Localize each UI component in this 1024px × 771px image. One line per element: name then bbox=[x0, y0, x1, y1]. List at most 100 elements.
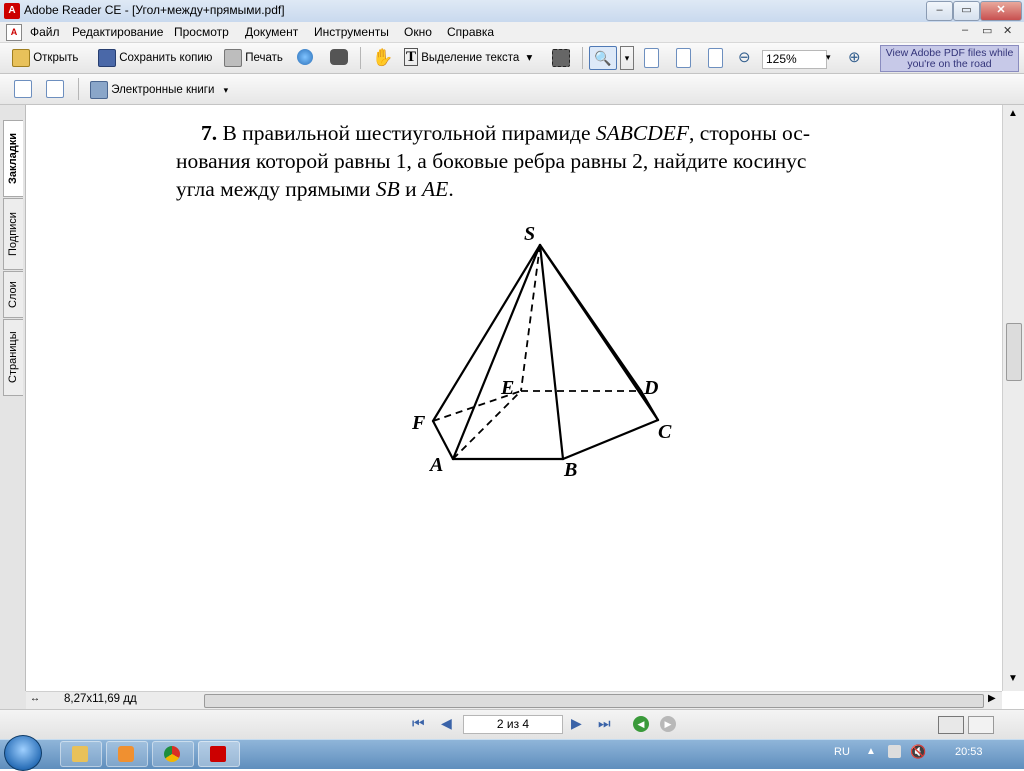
page-layout-button[interactable] bbox=[14, 80, 32, 98]
taskbar-explorer[interactable] bbox=[60, 741, 102, 767]
fit-width-button[interactable] bbox=[708, 48, 723, 68]
menu-edit[interactable]: Редактирование bbox=[72, 25, 163, 39]
previous-view-button[interactable]: ◀ bbox=[633, 716, 649, 732]
toolbar-separator bbox=[78, 78, 79, 100]
zoom-level-dropdown[interactable]: ▾ bbox=[826, 52, 831, 63]
scroll-up-icon[interactable]: ▲ bbox=[1008, 108, 1018, 119]
zoom-out-button[interactable]: ⊖ bbox=[738, 48, 751, 66]
pyramid-name: SABCDEF bbox=[595, 121, 690, 145]
rotate-page-button[interactable] bbox=[46, 80, 64, 98]
page-number-input[interactable]: 2 из 4 bbox=[463, 715, 563, 734]
problem-text: и bbox=[399, 177, 423, 201]
problem-line-3: угла между прямыми SB и AE. bbox=[176, 177, 454, 202]
email-button[interactable] bbox=[297, 49, 313, 65]
menu-help[interactable]: Справка bbox=[447, 25, 494, 39]
problem-number: 7. bbox=[201, 121, 218, 145]
fit-page-button[interactable] bbox=[676, 48, 691, 68]
next-view-button[interactable]: ▶ bbox=[660, 716, 676, 732]
page-actual-size-icon bbox=[644, 48, 659, 68]
show-hidden-icons[interactable]: ▲ bbox=[866, 746, 876, 757]
doc-minimize-button[interactable]: – bbox=[962, 24, 968, 36]
tab-layers[interactable]: Слои bbox=[3, 271, 23, 318]
problem-text: . bbox=[448, 177, 454, 201]
tab-pages[interactable]: Страницы bbox=[3, 319, 23, 396]
hand-tool-button[interactable]: ✋ bbox=[372, 48, 393, 68]
language-indicator[interactable]: RU bbox=[834, 746, 850, 758]
next-page-button[interactable]: ▶ bbox=[571, 715, 582, 732]
save-copy-button[interactable]: Сохранить копию bbox=[98, 49, 212, 67]
zoom-in-tool-button[interactable]: 🔍 bbox=[589, 46, 617, 70]
folder-icon bbox=[72, 746, 88, 762]
taskbar-media-player[interactable] bbox=[106, 741, 148, 767]
select-text-button[interactable]: T Выделение текста ▾ bbox=[404, 48, 533, 66]
minimize-button[interactable]: – bbox=[926, 1, 953, 21]
folder-open-icon bbox=[12, 49, 30, 67]
scroll-down-icon[interactable]: ▼ bbox=[1008, 673, 1018, 684]
first-page-button[interactable]: ⏮ bbox=[412, 715, 425, 732]
doc-restore-button[interactable]: ▭ bbox=[982, 24, 992, 37]
scrollbar-thumb[interactable] bbox=[1006, 323, 1022, 381]
label-d: D bbox=[643, 377, 658, 399]
edge-ae-hidden bbox=[452, 390, 522, 460]
close-button[interactable]: ✕ bbox=[980, 1, 1022, 21]
actual-size-button[interactable] bbox=[644, 48, 659, 68]
split-handle-icon[interactable]: ↔ bbox=[30, 693, 40, 708]
single-page-view-button[interactable] bbox=[938, 716, 964, 734]
label-s: S bbox=[524, 223, 535, 245]
zoom-tool-dropdown[interactable]: ▾ bbox=[620, 46, 634, 70]
media-player-icon bbox=[118, 746, 134, 762]
menu-tools[interactable]: Инструменты bbox=[314, 25, 389, 39]
open-label: Открыть bbox=[33, 52, 79, 65]
edge-sa bbox=[451, 243, 542, 461]
document-icon[interactable]: A bbox=[6, 24, 22, 41]
label-a: A bbox=[428, 454, 443, 476]
label-c: C bbox=[658, 421, 672, 443]
magnifier-icon: 🔍 bbox=[594, 50, 612, 66]
edge-sd bbox=[538, 243, 643, 393]
action-center-icon[interactable] bbox=[888, 745, 901, 758]
zoom-level-input[interactable]: 125% bbox=[762, 50, 827, 69]
promo-banner[interactable]: View Adobe PDF files while you're on the… bbox=[880, 45, 1019, 72]
ebooks-label: Электронные книги bbox=[111, 84, 215, 97]
maximize-button[interactable]: ▭ bbox=[953, 1, 980, 21]
scroll-right-icon[interactable]: ▶ bbox=[988, 693, 996, 704]
menu-window[interactable]: Окно bbox=[404, 25, 432, 39]
clock[interactable]: 20:53 bbox=[955, 746, 983, 758]
flag-icon bbox=[888, 745, 901, 758]
snapshot-tool-button[interactable] bbox=[552, 49, 570, 67]
problem-line-2: нования которой равны 1, а боковые ребра… bbox=[176, 149, 807, 173]
taskbar-chrome[interactable] bbox=[152, 741, 194, 767]
print-button[interactable]: Печать bbox=[224, 49, 283, 67]
zoom-in-button[interactable]: ⊕ bbox=[848, 48, 861, 66]
doc-close-button[interactable]: ✕ bbox=[1003, 24, 1012, 37]
vertical-scrollbar[interactable]: ▲ ▼ bbox=[1002, 105, 1024, 691]
menu-file[interactable]: Файл bbox=[30, 25, 60, 39]
menu-view[interactable]: Просмотр bbox=[174, 25, 229, 39]
chevron-down-icon[interactable]: ▾ bbox=[224, 85, 229, 95]
binoculars-icon bbox=[330, 49, 348, 65]
taskbar-adobe-reader[interactable] bbox=[198, 741, 240, 767]
volume-icon[interactable]: 🔇 bbox=[910, 744, 926, 760]
print-label: Печать bbox=[245, 52, 283, 65]
start-button[interactable] bbox=[4, 735, 42, 771]
problem-text: В правильной шестиугольной пирамиде bbox=[217, 121, 596, 145]
tab-bookmarks[interactable]: Закладки bbox=[3, 120, 23, 197]
last-page-button[interactable]: ⏭ bbox=[598, 715, 611, 732]
menu-bar: A Файл Редактирование Просмотр Документ … bbox=[0, 22, 1024, 43]
menu-document[interactable]: Документ bbox=[245, 25, 298, 39]
continuous-view-button[interactable] bbox=[968, 716, 994, 734]
open-button[interactable]: Открыть bbox=[12, 49, 78, 67]
document-view[interactable]: 7. В правильной шестиугольной пирамиде S… bbox=[26, 105, 1002, 691]
status-left bbox=[0, 691, 26, 709]
camera-icon bbox=[552, 49, 570, 67]
chevron-down-icon[interactable]: ▾ bbox=[527, 52, 533, 64]
previous-page-button[interactable]: ◀ bbox=[441, 715, 452, 732]
title-bar: A Adobe Reader CE - [Угол+между+прямыми.… bbox=[0, 0, 1024, 23]
line-ae: AE bbox=[422, 177, 449, 201]
search-button[interactable] bbox=[330, 49, 348, 65]
hscroll-thumb[interactable] bbox=[204, 694, 984, 708]
text-cursor-icon: T bbox=[404, 48, 419, 66]
ebooks-button[interactable]: Электронные книги ▾ bbox=[90, 81, 228, 99]
edge-sf bbox=[431, 243, 542, 423]
tab-signatures[interactable]: Подписи bbox=[3, 198, 23, 270]
